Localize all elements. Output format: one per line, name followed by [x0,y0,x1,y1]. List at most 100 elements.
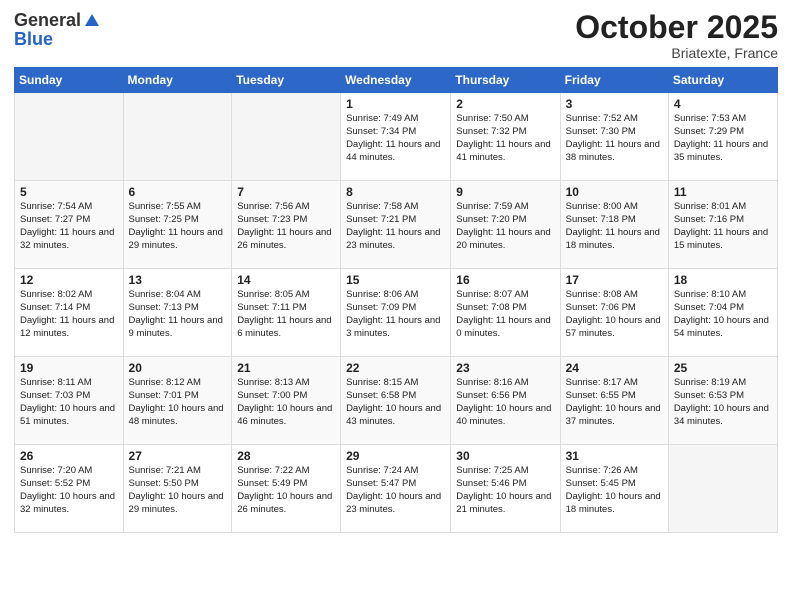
calendar-week-row: 19 Sunrise: 8:11 AM Sunset: 7:03 PM Dayl… [15,357,778,445]
logo-blue: Blue [14,29,53,50]
day-number: 5 [20,185,118,199]
day-number: 27 [129,449,227,463]
month-title: October 2025 [575,10,778,45]
table-row: 18 Sunrise: 8:10 AM Sunset: 7:04 PM Dayl… [668,269,777,357]
table-row: 20 Sunrise: 8:12 AM Sunset: 7:01 PM Dayl… [123,357,232,445]
table-row: 13 Sunrise: 8:04 AM Sunset: 7:13 PM Dayl… [123,269,232,357]
day-number: 14 [237,273,335,287]
day-info: Sunrise: 7:26 AM Sunset: 5:45 PM Dayligh… [566,465,663,516]
day-number: 7 [237,185,335,199]
table-row [232,93,341,181]
day-info: Sunrise: 7:55 AM Sunset: 7:25 PM Dayligh… [129,201,227,252]
table-row: 29 Sunrise: 7:24 AM Sunset: 5:47 PM Dayl… [341,445,451,533]
day-info: Sunrise: 7:59 AM Sunset: 7:20 PM Dayligh… [456,201,554,252]
day-info: Sunrise: 7:50 AM Sunset: 7:32 PM Dayligh… [456,113,554,164]
day-info: Sunrise: 7:53 AM Sunset: 7:29 PM Dayligh… [674,113,772,164]
table-row: 15 Sunrise: 8:06 AM Sunset: 7:09 PM Dayl… [341,269,451,357]
table-row [123,93,232,181]
table-row: 4 Sunrise: 7:53 AM Sunset: 7:29 PM Dayli… [668,93,777,181]
day-number: 29 [346,449,445,463]
day-number: 20 [129,361,227,375]
col-wednesday: Wednesday [341,68,451,93]
day-number: 16 [456,273,554,287]
day-number: 2 [456,97,554,111]
day-number: 18 [674,273,772,287]
day-number: 24 [566,361,663,375]
day-number: 15 [346,273,445,287]
day-info: Sunrise: 8:19 AM Sunset: 6:53 PM Dayligh… [674,377,772,428]
page: General Blue October 2025 Briatexte, Fra… [0,0,792,612]
day-number: 3 [566,97,663,111]
day-info: Sunrise: 8:10 AM Sunset: 7:04 PM Dayligh… [674,289,772,340]
day-info: Sunrise: 7:22 AM Sunset: 5:49 PM Dayligh… [237,465,335,516]
col-sunday: Sunday [15,68,124,93]
day-info: Sunrise: 8:07 AM Sunset: 7:08 PM Dayligh… [456,289,554,340]
table-row [668,445,777,533]
day-info: Sunrise: 8:00 AM Sunset: 7:18 PM Dayligh… [566,201,663,252]
day-info: Sunrise: 7:58 AM Sunset: 7:21 PM Dayligh… [346,201,445,252]
table-row: 30 Sunrise: 7:25 AM Sunset: 5:46 PM Dayl… [451,445,560,533]
day-info: Sunrise: 8:01 AM Sunset: 7:16 PM Dayligh… [674,201,772,252]
day-info: Sunrise: 7:20 AM Sunset: 5:52 PM Dayligh… [20,465,118,516]
day-number: 13 [129,273,227,287]
table-row: 23 Sunrise: 8:16 AM Sunset: 6:56 PM Dayl… [451,357,560,445]
col-thursday: Thursday [451,68,560,93]
day-number: 31 [566,449,663,463]
table-row: 5 Sunrise: 7:54 AM Sunset: 7:27 PM Dayli… [15,181,124,269]
day-number: 30 [456,449,554,463]
col-tuesday: Tuesday [232,68,341,93]
table-row: 25 Sunrise: 8:19 AM Sunset: 6:53 PM Dayl… [668,357,777,445]
day-number: 1 [346,97,445,111]
day-info: Sunrise: 7:49 AM Sunset: 7:34 PM Dayligh… [346,113,445,164]
table-row: 16 Sunrise: 8:07 AM Sunset: 7:08 PM Dayl… [451,269,560,357]
day-number: 4 [674,97,772,111]
day-number: 28 [237,449,335,463]
day-info: Sunrise: 8:15 AM Sunset: 6:58 PM Dayligh… [346,377,445,428]
logo-general: General [14,10,81,31]
table-row: 17 Sunrise: 8:08 AM Sunset: 7:06 PM Dayl… [560,269,668,357]
calendar-week-row: 1 Sunrise: 7:49 AM Sunset: 7:34 PM Dayli… [15,93,778,181]
day-number: 11 [674,185,772,199]
table-row: 19 Sunrise: 8:11 AM Sunset: 7:03 PM Dayl… [15,357,124,445]
day-number: 6 [129,185,227,199]
table-row: 31 Sunrise: 7:26 AM Sunset: 5:45 PM Dayl… [560,445,668,533]
logo-icon [83,12,101,30]
calendar-week-row: 26 Sunrise: 7:20 AM Sunset: 5:52 PM Dayl… [15,445,778,533]
header: General Blue October 2025 Briatexte, Fra… [14,10,778,61]
day-info: Sunrise: 7:24 AM Sunset: 5:47 PM Dayligh… [346,465,445,516]
table-row: 11 Sunrise: 8:01 AM Sunset: 7:16 PM Dayl… [668,181,777,269]
calendar-header-row: Sunday Monday Tuesday Wednesday Thursday… [15,68,778,93]
day-number: 19 [20,361,118,375]
table-row [15,93,124,181]
table-row: 28 Sunrise: 7:22 AM Sunset: 5:49 PM Dayl… [232,445,341,533]
table-row: 1 Sunrise: 7:49 AM Sunset: 7:34 PM Dayli… [341,93,451,181]
logo: General Blue [14,10,101,50]
table-row: 22 Sunrise: 8:15 AM Sunset: 6:58 PM Dayl… [341,357,451,445]
day-info: Sunrise: 8:16 AM Sunset: 6:56 PM Dayligh… [456,377,554,428]
table-row: 6 Sunrise: 7:55 AM Sunset: 7:25 PM Dayli… [123,181,232,269]
calendar-week-row: 12 Sunrise: 8:02 AM Sunset: 7:14 PM Dayl… [15,269,778,357]
table-row: 14 Sunrise: 8:05 AM Sunset: 7:11 PM Dayl… [232,269,341,357]
calendar-week-row: 5 Sunrise: 7:54 AM Sunset: 7:27 PM Dayli… [15,181,778,269]
day-number: 23 [456,361,554,375]
table-row: 24 Sunrise: 8:17 AM Sunset: 6:55 PM Dayl… [560,357,668,445]
col-monday: Monday [123,68,232,93]
day-info: Sunrise: 8:13 AM Sunset: 7:00 PM Dayligh… [237,377,335,428]
day-info: Sunrise: 7:25 AM Sunset: 5:46 PM Dayligh… [456,465,554,516]
day-info: Sunrise: 8:08 AM Sunset: 7:06 PM Dayligh… [566,289,663,340]
day-info: Sunrise: 7:56 AM Sunset: 7:23 PM Dayligh… [237,201,335,252]
table-row: 10 Sunrise: 8:00 AM Sunset: 7:18 PM Dayl… [560,181,668,269]
day-info: Sunrise: 8:11 AM Sunset: 7:03 PM Dayligh… [20,377,118,428]
table-row: 8 Sunrise: 7:58 AM Sunset: 7:21 PM Dayli… [341,181,451,269]
table-row: 2 Sunrise: 7:50 AM Sunset: 7:32 PM Dayli… [451,93,560,181]
day-info: Sunrise: 7:54 AM Sunset: 7:27 PM Dayligh… [20,201,118,252]
day-info: Sunrise: 8:06 AM Sunset: 7:09 PM Dayligh… [346,289,445,340]
day-number: 9 [456,185,554,199]
col-friday: Friday [560,68,668,93]
day-number: 22 [346,361,445,375]
day-info: Sunrise: 8:04 AM Sunset: 7:13 PM Dayligh… [129,289,227,340]
day-info: Sunrise: 8:02 AM Sunset: 7:14 PM Dayligh… [20,289,118,340]
table-row: 9 Sunrise: 7:59 AM Sunset: 7:20 PM Dayli… [451,181,560,269]
day-number: 21 [237,361,335,375]
month-info: October 2025 Briatexte, France [575,10,778,61]
